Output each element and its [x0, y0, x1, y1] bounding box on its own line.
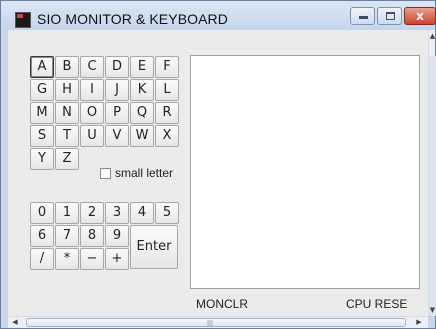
- key-digitpad-2-0[interactable]: /: [30, 248, 54, 270]
- horizontal-scroll-thumb[interactable]: |||: [26, 318, 406, 327]
- key-w[interactable]: W: [130, 125, 154, 147]
- key-t[interactable]: T: [55, 125, 79, 147]
- key-f[interactable]: F: [155, 56, 179, 78]
- client-area: A B C D E F G H I J K L M N O P Q R S T U V W X Y Z 0 1 2 3 4 5 6 7 8 9 /* − +…: [8, 30, 428, 316]
- scroll-right-icon[interactable]: ▶: [412, 317, 426, 328]
- cpu-reset-button[interactable]: CPU RESE: [346, 297, 407, 311]
- key-g[interactable]: G: [30, 79, 54, 101]
- key-y[interactable]: Y: [30, 148, 54, 170]
- scroll-up-icon[interactable]: ▲: [429, 30, 436, 42]
- key-m[interactable]: M: [30, 102, 54, 124]
- key-s[interactable]: S: [30, 125, 54, 147]
- key-l[interactable]: L: [155, 79, 179, 101]
- key-o[interactable]: O: [80, 102, 104, 124]
- scroll-down-icon[interactable]: ▼: [429, 304, 436, 316]
- key-d[interactable]: D: [105, 56, 129, 78]
- minimize-button[interactable]: [350, 7, 375, 25]
- key-digitpad-0-1[interactable]: 1: [55, 202, 79, 224]
- key-k[interactable]: K: [130, 79, 154, 101]
- key-i[interactable]: I: [80, 79, 104, 101]
- key-c[interactable]: C: [80, 56, 104, 78]
- key-digitpad-0-0[interactable]: 0: [30, 202, 54, 224]
- scroll-grip-icon: |||: [207, 320, 214, 327]
- monitor-output[interactable]: [190, 55, 420, 289]
- key-z[interactable]: Z: [55, 148, 79, 170]
- key-j[interactable]: J: [105, 79, 129, 101]
- key-digitpad-2-2[interactable]: −: [80, 248, 104, 270]
- key-r[interactable]: R: [155, 102, 179, 124]
- key-a[interactable]: A: [30, 56, 54, 78]
- window-title: SIO MONITOR & KEYBOARD: [37, 11, 228, 27]
- horizontal-scrollbar[interactable]: ◀ ||| ▶: [8, 316, 428, 328]
- scroll-left-icon[interactable]: ◀: [8, 317, 22, 328]
- vertical-scrollbar[interactable]: ▲ ▼: [428, 30, 436, 316]
- key-digitpad-1-1[interactable]: 7: [55, 225, 79, 247]
- title-bar[interactable]: SIO MONITOR & KEYBOARD x: [1, 1, 436, 31]
- key-digitpad-0-5[interactable]: 5: [155, 202, 179, 224]
- key-n[interactable]: N: [55, 102, 79, 124]
- key-digitpad-1-2[interactable]: 8: [80, 225, 104, 247]
- enter-key[interactable]: Enter: [130, 225, 178, 269]
- key-q[interactable]: Q: [130, 102, 154, 124]
- close-icon: x: [416, 9, 424, 23]
- monclr-button[interactable]: MONCLR: [196, 297, 248, 311]
- key-x[interactable]: X: [155, 125, 179, 147]
- key-digitpad-1-3[interactable]: 9: [105, 225, 129, 247]
- key-digitpad-0-2[interactable]: 2: [80, 202, 104, 224]
- small-letter-checkbox[interactable]: [100, 168, 111, 179]
- minimize-icon: [359, 16, 368, 19]
- key-v[interactable]: V: [105, 125, 129, 147]
- key-e[interactable]: E: [130, 56, 154, 78]
- key-digitpad-0-4[interactable]: 4: [130, 202, 154, 224]
- small-letter-label: small letter: [115, 166, 174, 180]
- maximize-button[interactable]: [377, 7, 402, 25]
- close-button[interactable]: x: [404, 7, 436, 25]
- key-digitpad-2-1[interactable]: *: [55, 248, 79, 270]
- key-digitpad-0-3[interactable]: 3: [105, 202, 129, 224]
- key-h[interactable]: H: [55, 79, 79, 101]
- key-u[interactable]: U: [80, 125, 104, 147]
- key-p[interactable]: P: [105, 102, 129, 124]
- app-icon[interactable]: [15, 12, 31, 28]
- key-b[interactable]: B: [55, 56, 79, 78]
- key-digitpad-2-3[interactable]: +: [105, 248, 129, 270]
- vertical-scroll-thumb[interactable]: [429, 56, 436, 316]
- maximize-icon: [386, 12, 395, 20]
- key-digitpad-1-0[interactable]: 6: [30, 225, 54, 247]
